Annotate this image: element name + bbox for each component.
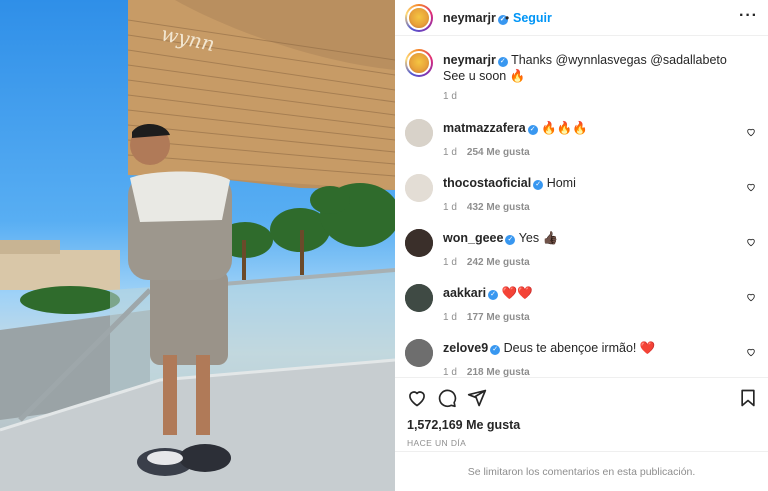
comment-meta: 1 d 218 Me gusta <box>443 367 530 377</box>
author-avatar[interactable] <box>405 4 433 32</box>
caption-avatar[interactable] <box>405 49 433 77</box>
comment-text: won_geee ✓ Yes 👍🏿 <box>443 230 558 246</box>
comment-text: thocostaoficial ✓ Homi <box>443 175 576 191</box>
comment-username[interactable]: thocostaoficial <box>443 176 531 190</box>
post-timestamp[interactable]: HACE UN DÍA <box>407 438 466 448</box>
post-photo[interactable]: wynn <box>0 0 395 491</box>
author-username[interactable]: neymarjr ✓ <box>443 11 508 25</box>
comment-likes[interactable]: 177 Me gusta <box>467 312 530 323</box>
verified-icon: ✓ <box>533 180 544 190</box>
bookmark-icon[interactable] <box>738 388 758 408</box>
send-icon[interactable] <box>467 388 487 408</box>
low-building <box>0 250 120 290</box>
caption-text: neymarjr ✓ Thanks @wynnlasvegas @sadallab… <box>443 52 727 84</box>
verified-icon: ✓ <box>505 235 516 245</box>
comment-like-icon[interactable] <box>746 182 756 192</box>
comment-username[interactable]: matmazzafera <box>443 121 526 135</box>
comment-time: 1 d <box>443 367 457 377</box>
comment-like-icon[interactable] <box>746 292 756 302</box>
post-header: neymarjr ✓ • Seguir ··· <box>395 0 768 36</box>
comment-body: 🔥🔥🔥 <box>541 121 588 135</box>
comment-like-icon[interactable] <box>746 347 756 357</box>
comment-meta: 1 d 242 Me gusta <box>443 257 530 268</box>
comment-like-icon[interactable] <box>746 127 756 137</box>
verified-icon: ✓ <box>497 57 508 67</box>
comment-time: 1 d <box>443 202 457 213</box>
comment-like-icon[interactable] <box>746 237 756 247</box>
comment-avatar[interactable] <box>405 229 433 257</box>
comments-limited-notice: Se limitaron los comentarios en esta pub… <box>395 451 768 491</box>
comment-text: zelove9 ✓ Deus te abençoe irmão! ❤️ <box>443 340 655 356</box>
comment-meta: 1 d 432 Me gusta <box>443 202 530 213</box>
comment-text: aakkari ✓ ❤️❤️ <box>443 285 533 301</box>
action-bar <box>395 377 768 417</box>
verified-icon: ✓ <box>488 290 499 300</box>
comment-time: 1 d <box>443 312 457 323</box>
comment-likes[interactable]: 254 Me gusta <box>467 147 530 158</box>
comment-body: Homi <box>546 176 576 190</box>
post-panel: neymarjr ✓ • Seguir ··· neymarjr ✓ Thanks … <box>395 0 768 491</box>
header-separator: • <box>505 11 510 25</box>
comment-username[interactable]: aakkari <box>443 286 486 300</box>
comment-body: Deus te abençoe irmão! ❤️ <box>503 341 656 355</box>
caption-line1: Thanks @wynnlasvegas @sadallabeto <box>511 53 727 67</box>
comment-icon[interactable] <box>437 388 457 408</box>
verified-icon: ✓ <box>490 345 501 355</box>
follow-button[interactable]: Seguir <box>513 11 552 25</box>
comment-time: 1 d <box>443 257 457 268</box>
comment-likes[interactable]: 218 Me gusta <box>467 367 530 377</box>
comment-avatar[interactable] <box>405 174 433 202</box>
comment-avatar[interactable] <box>405 284 433 312</box>
comment-avatar[interactable] <box>405 339 433 367</box>
likes-count[interactable]: 1,572,169 Me gusta <box>407 418 520 432</box>
caption-time: 1 d <box>443 91 457 102</box>
heart-icon[interactable] <box>407 388 427 408</box>
comment-body: ❤️❤️ <box>501 286 533 300</box>
photo-illustration: wynn <box>0 0 395 491</box>
author-username-text[interactable]: neymarjr <box>443 11 496 25</box>
comment-meta: 1 d 177 Me gusta <box>443 312 530 323</box>
caption-username[interactable]: neymarjr <box>443 53 496 67</box>
comment-time: 1 d <box>443 147 457 158</box>
comment-likes[interactable]: 432 Me gusta <box>467 202 530 213</box>
comment-text: matmazzafera ✓ 🔥🔥🔥 <box>443 120 588 136</box>
comment-username[interactable]: zelove9 <box>443 341 488 355</box>
more-options-icon[interactable]: ··· <box>739 7 758 25</box>
comment-avatar[interactable] <box>405 119 433 147</box>
comment-body: Yes 👍🏿 <box>518 231 559 245</box>
comment-meta: 1 d 254 Me gusta <box>443 147 530 158</box>
caption-line2: See u soon 🔥 <box>443 69 526 83</box>
comment-username[interactable]: won_geee <box>443 231 503 245</box>
comment-likes[interactable]: 242 Me gusta <box>467 257 530 268</box>
verified-icon: ✓ <box>527 125 538 135</box>
comments-list[interactable]: neymarjr ✓ Thanks @wynnlasvegas @sadallab… <box>395 37 768 377</box>
